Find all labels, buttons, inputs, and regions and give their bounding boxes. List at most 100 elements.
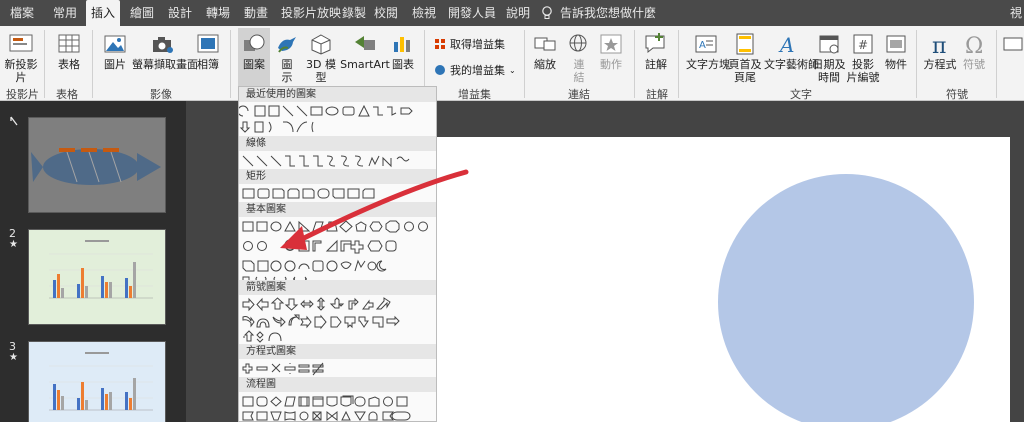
- media-icon: [1003, 37, 1023, 51]
- group-addins-label: 增益集: [458, 88, 491, 101]
- datetime-label-1: 日期及: [812, 58, 846, 71]
- pictures-button[interactable]: 圖片: [98, 32, 132, 71]
- tab-record[interactable]: 錄製: [336, 0, 372, 26]
- header-footer-button[interactable]: 頁首及 頁尾: [728, 32, 762, 84]
- recent-shapes-row[interactable]: [239, 104, 437, 136]
- separator: [678, 30, 679, 98]
- slide-thumbnail-1[interactable]: [28, 117, 166, 213]
- zoom-label: 縮放: [534, 58, 556, 71]
- 3d-models-label-2: 型: [315, 71, 327, 84]
- svg-text:Ω: Ω: [965, 34, 983, 56]
- album-button[interactable]: 相簿: [194, 32, 222, 71]
- tab-design[interactable]: 設計: [162, 0, 198, 26]
- equation-shapes-row[interactable]: [239, 361, 437, 377]
- tab-view-cut[interactable]: 視: [1008, 0, 1024, 26]
- store-icon: [435, 39, 445, 49]
- new-slide-button[interactable]: 新投影 片: [4, 32, 38, 84]
- separator: [230, 30, 231, 98]
- pi-icon: π: [932, 34, 946, 56]
- link-button[interactable]: 連 結: [566, 32, 592, 84]
- get-addins-button[interactable]: 取得增益集: [434, 36, 505, 52]
- svg-text:π: π: [932, 34, 946, 56]
- media-button-cut[interactable]: [1002, 32, 1024, 58]
- equation-button[interactable]: π 方程式: [922, 32, 958, 71]
- icons-button[interactable]: 圖 示: [274, 32, 300, 84]
- comment-button[interactable]: 註解: [642, 32, 670, 71]
- object-label: 物件: [885, 58, 907, 71]
- gallery-header-lines: 線條: [239, 136, 436, 151]
- header-footer-label-1: 頁首及: [728, 58, 762, 71]
- group-symbols-label: 符號: [946, 88, 968, 101]
- tab-help[interactable]: 說明: [500, 0, 536, 26]
- basic-shapes-grid[interactable]: [239, 219, 437, 281]
- comment-label: 註解: [645, 58, 667, 71]
- action-button[interactable]: 動作: [596, 32, 626, 71]
- table-label: 表格: [58, 58, 80, 71]
- 3d-models-button[interactable]: 3D 模 型: [304, 32, 338, 84]
- screenshot-label: 螢幕擷取畫面: [132, 58, 198, 71]
- tab-animations[interactable]: 動畫: [238, 0, 274, 26]
- ribbon-insert: 新投影 片 投影片 表格 表格 圖片 螢幕擷取畫面 相簿 影像 圖案 圖 示 3…: [0, 26, 1024, 101]
- textbox-button[interactable]: A 文字方塊: [686, 32, 730, 71]
- camera-icon: [153, 37, 173, 53]
- slide-number-button[interactable]: # 投影 片編號: [846, 32, 880, 84]
- table-button[interactable]: 表格: [52, 32, 86, 71]
- svg-text:#: #: [858, 38, 868, 52]
- action-label: 動作: [600, 58, 622, 71]
- gallery-header-recent: 最近使用的圖案: [239, 87, 436, 102]
- new-slide-label-1: 新投影: [4, 58, 38, 71]
- smartart-label: SmartArt: [340, 58, 390, 71]
- separator: [524, 30, 525, 98]
- omega-icon: Ω: [965, 34, 983, 56]
- rectangles-row[interactable]: [239, 186, 437, 202]
- icons-label-1: 圖: [281, 58, 293, 71]
- tab-view[interactable]: 檢視: [406, 0, 442, 26]
- slide-thumbnail-2[interactable]: [28, 229, 166, 325]
- flowchart-shapes-row[interactable]: [239, 394, 437, 422]
- shapes-button[interactable]: 圖案: [238, 28, 270, 86]
- new-slide-icon: [9, 34, 33, 52]
- slide-canvas[interactable]: [434, 137, 1010, 422]
- wordart-icon: A: [778, 33, 794, 56]
- object-button[interactable]: 物件: [882, 32, 910, 71]
- textbox-icon: A: [695, 35, 717, 53]
- my-addins-button[interactable]: 我的增益集 ⌄: [434, 62, 516, 78]
- star-icon: [600, 34, 622, 54]
- screenshot-button[interactable]: 螢幕擷取畫面: [132, 32, 198, 71]
- new-slide-label-2: 片: [15, 71, 27, 84]
- symbol-button[interactable]: Ω 符號: [960, 32, 988, 71]
- group-links-label: 連結: [568, 88, 590, 101]
- tab-transitions[interactable]: 轉場: [200, 0, 236, 26]
- wordart-button[interactable]: A 文字藝術師: [764, 32, 819, 71]
- hash-icon: #: [853, 34, 873, 54]
- highlighted-shape-partial-circle[interactable]: [283, 238, 297, 252]
- chart-button[interactable]: 圖表: [390, 32, 416, 71]
- chart-icon: [394, 37, 410, 52]
- group-tables-label: 表格: [56, 88, 78, 101]
- tab-draw[interactable]: 繪圖: [124, 0, 160, 26]
- slide-star-icon: ★: [9, 352, 18, 363]
- table-icon: [58, 34, 80, 53]
- smartart-button[interactable]: SmartArt: [340, 32, 390, 71]
- tab-review[interactable]: 校閱: [368, 0, 404, 26]
- slide-thumbnail-3[interactable]: [28, 341, 166, 422]
- tab-home[interactable]: 常用: [46, 0, 84, 26]
- slide-number-label-2: 片編號: [846, 71, 880, 84]
- wordart-label: 文字藝術師: [764, 58, 819, 71]
- tab-file[interactable]: 檔案: [2, 0, 42, 26]
- fishbone-diagram: [31, 148, 161, 185]
- icons-label-2: 示: [281, 71, 293, 84]
- tab-insert[interactable]: 插入: [86, 0, 120, 26]
- comment-icon: [645, 33, 665, 54]
- globe-icon: [569, 34, 587, 52]
- circle-shape[interactable]: [434, 137, 1010, 422]
- tab-developer[interactable]: 開發人員: [446, 0, 498, 26]
- zoom-button[interactable]: 縮放: [530, 32, 560, 71]
- lightbulb-icon: [542, 6, 552, 19]
- group-slides-label: 投影片: [6, 88, 39, 101]
- datetime-button[interactable]: 日期及 時間: [812, 32, 846, 84]
- lines-row[interactable]: [239, 153, 437, 169]
- tell-me-search[interactable]: 告訴我您想做什麼: [560, 0, 672, 26]
- block-arrows-grid[interactable]: [239, 297, 437, 343]
- album-label: 相簿: [197, 58, 219, 71]
